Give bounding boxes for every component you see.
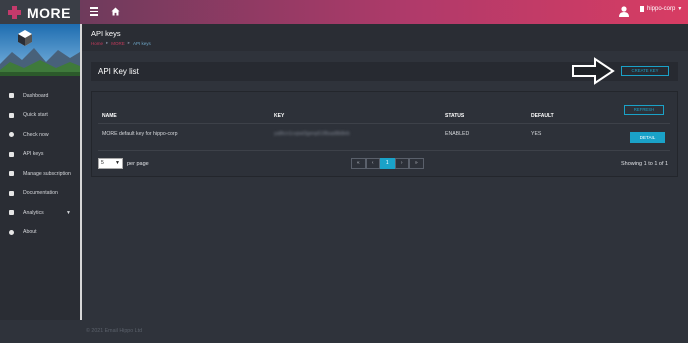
column-header-status[interactable]: STATUS (445, 113, 464, 119)
sidebar-item-documentation[interactable]: Documentation (0, 184, 80, 204)
dropdown-arrow-icon: ▼ (115, 160, 120, 166)
sidebar-item-label: Dashboard (23, 92, 49, 99)
sidebar: Dashboard Quick start Check now API keys… (0, 24, 82, 320)
dashboard-icon (9, 93, 14, 99)
page-1-button[interactable]: 1 (380, 158, 395, 169)
sidebar-item-check-now[interactable]: Check now (0, 125, 80, 145)
breadcrumb-separator-icon: ▸ (106, 40, 109, 45)
cell-status: ENABLED (445, 131, 470, 137)
footer-copyright: © 2021 Email Hippo Ltd (86, 328, 143, 334)
column-header-default[interactable]: DEFAULT (531, 113, 554, 119)
home-icon[interactable] (111, 7, 120, 16)
pagination: « ‹ 1 › » (351, 158, 424, 169)
sidebar-hero-image (0, 24, 80, 76)
breadcrumb: Home ▸ MORE ▸ API keys (91, 40, 151, 46)
per-page-label: per page (127, 161, 149, 167)
cell-key-redacted: ya8tcn1cvpwl3genp51f8sad8b8eb (274, 131, 350, 136)
caret-down-icon: ▼ (66, 210, 71, 216)
breadcrumb-home[interactable]: Home (91, 41, 103, 46)
breadcrumb-more[interactable]: MORE (111, 41, 125, 46)
quickstart-icon (9, 112, 14, 118)
breadcrumb-separator-icon: ▸ (127, 40, 131, 45)
subscription-icon (9, 171, 14, 177)
sidebar-item-label: Manage subscription (23, 170, 71, 177)
top-bar: MORE hippo-corp ▼ (0, 0, 688, 24)
sidebar-item-label: Quick start (23, 112, 48, 119)
sidebar-item-quick-start[interactable]: Quick start (0, 106, 80, 126)
column-header-name[interactable]: NAME (102, 113, 117, 119)
check-icon (9, 132, 14, 138)
sidebar-item-label: Analytics (23, 209, 44, 216)
column-header-key[interactable]: KEY (274, 113, 284, 119)
brand-logo[interactable]: MORE (8, 4, 71, 21)
info-icon (9, 229, 14, 235)
refresh-button[interactable]: REFRESH (624, 105, 664, 115)
sidebar-item-api-keys[interactable]: API keys (0, 145, 80, 165)
detail-button[interactable]: DETAIL (630, 132, 665, 143)
showing-count: Showing 1 to 1 of 1 (621, 161, 669, 167)
breadcrumb-current: API keys (133, 40, 151, 46)
footer: © 2021 Email Hippo Ltd (0, 320, 688, 343)
sidebar-item-about[interactable]: About (0, 223, 80, 243)
user-avatar-icon[interactable] (619, 6, 629, 17)
pointer-arrow-icon (572, 57, 615, 85)
building-icon (640, 6, 644, 12)
sidebar-item-manage-subscription[interactable]: Manage subscription (0, 164, 80, 184)
analytics-icon (9, 210, 14, 216)
cell-default: YES (531, 131, 542, 137)
sidebar-menu: Dashboard Quick start Check now API keys… (0, 86, 80, 242)
sidebar-item-analytics[interactable]: Analytics ▼ (0, 203, 80, 223)
account-dropdown[interactable]: hippo-corp ▼ (640, 6, 682, 12)
api-key-list-title: API Key list (98, 66, 139, 76)
sidebar-item-label: About (23, 229, 37, 236)
account-name: hippo-corp (647, 6, 676, 12)
plus-logo-icon (8, 6, 21, 19)
document-icon (9, 190, 14, 196)
per-page-value: 5 (101, 160, 104, 166)
per-page-select[interactable]: 5 ▼ (98, 158, 123, 169)
key-icon (9, 151, 14, 157)
sidebar-item-label: API keys (23, 151, 44, 158)
brand-name: MORE (27, 4, 71, 21)
sidebar-item-label: Check now (23, 131, 49, 138)
table-header-divider (98, 123, 670, 124)
hamburger-menu-icon[interactable] (90, 7, 98, 16)
previous-page-button[interactable]: ‹ (365, 158, 380, 169)
last-page-button[interactable]: » (409, 158, 424, 169)
chevron-down-icon: ▼ (677, 6, 683, 12)
sidebar-item-dashboard[interactable]: Dashboard (0, 86, 80, 106)
page-title: API keys (91, 29, 121, 38)
sidebar-item-label: Documentation (23, 190, 58, 197)
table-row-divider (98, 150, 670, 151)
page-header: API keys Home ▸ MORE ▸ API keys (82, 24, 688, 51)
first-page-button[interactable]: « (351, 158, 366, 169)
next-page-button[interactable]: › (394, 158, 409, 169)
create-key-button[interactable]: CREATE KEY (621, 66, 669, 76)
cell-name: MORE default key for hippo-corp (102, 131, 178, 137)
